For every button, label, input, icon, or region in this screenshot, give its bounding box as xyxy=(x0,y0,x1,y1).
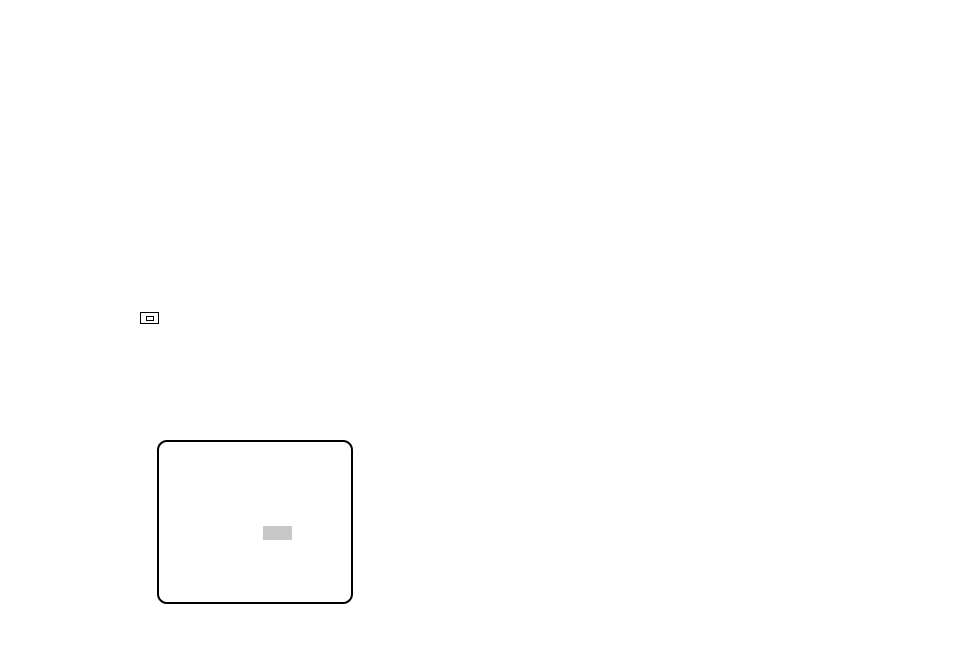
gray-rectangle xyxy=(263,526,292,540)
small-nested-box xyxy=(140,312,159,324)
small-box-inner xyxy=(146,316,154,321)
large-rounded-box xyxy=(157,440,353,604)
